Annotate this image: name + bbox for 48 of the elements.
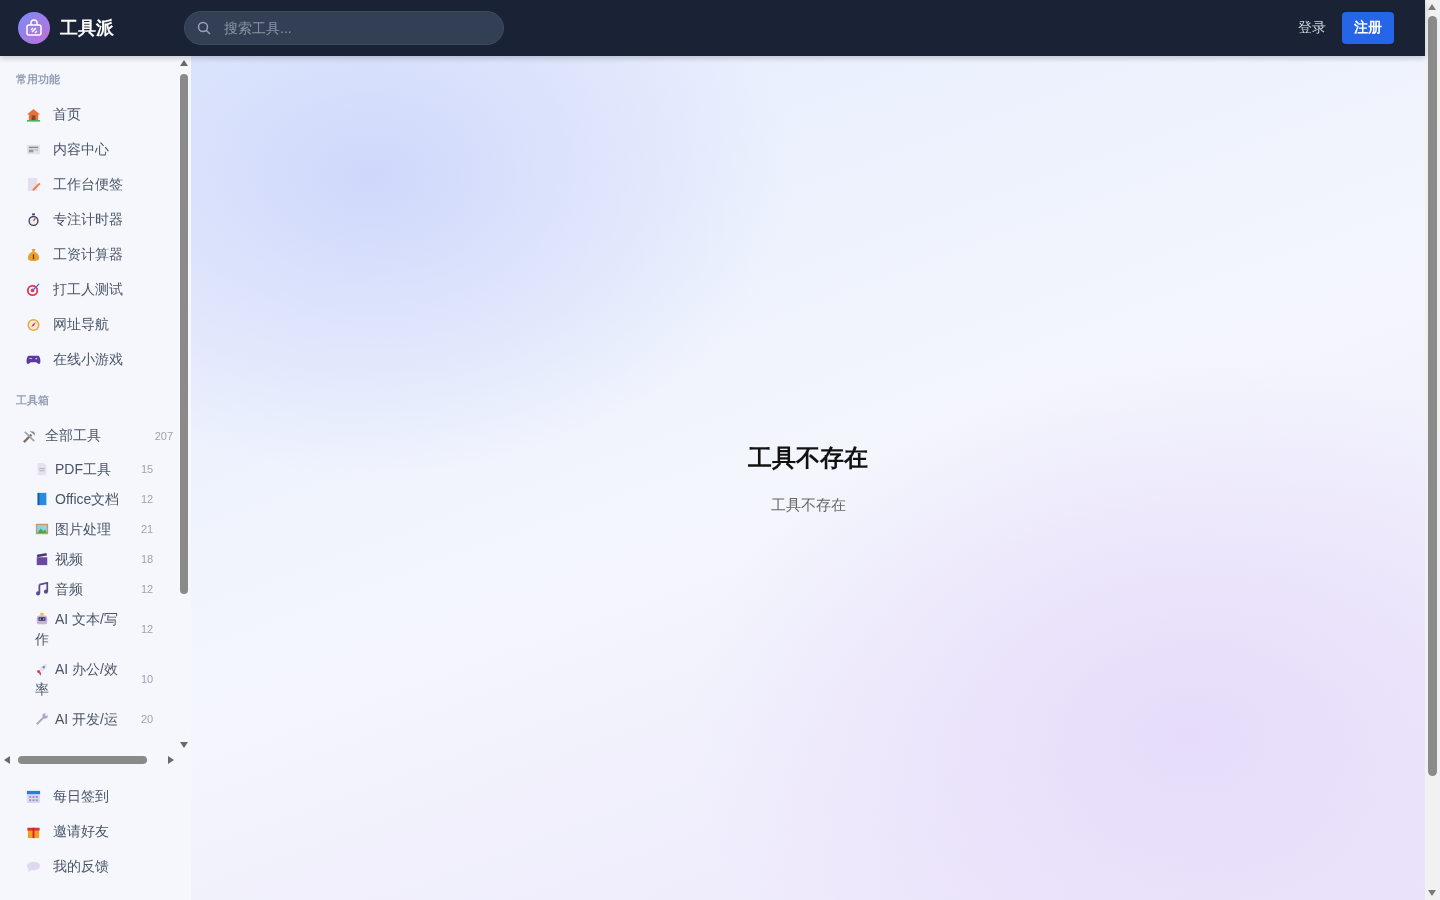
sidebar-item[interactable]: Office文档 12 — [0, 484, 178, 514]
calendar-icon — [26, 789, 41, 804]
rocket-icon — [35, 661, 49, 675]
note-icon — [26, 177, 41, 192]
target-icon — [26, 282, 41, 297]
book-icon — [35, 491, 49, 505]
clapperboard-icon — [35, 551, 49, 565]
register-button[interactable]: 注册 — [1342, 12, 1394, 44]
speech-bubble-icon — [26, 859, 41, 874]
sidebar-item[interactable]: 每日签到 — [0, 779, 191, 814]
login-link[interactable]: 登录 — [1292, 15, 1332, 41]
sidebar-item[interactable]: 邀请好友 — [0, 814, 191, 849]
sidebar-item[interactable]: 工作台便签 — [0, 167, 178, 202]
compass-icon — [26, 317, 41, 332]
section-title: 常用功能 — [15, 72, 61, 87]
sidebar-item[interactable]: 打工人测试 — [0, 272, 178, 307]
sidebar-item[interactable]: 网址导航 — [0, 307, 178, 342]
sidebar-item[interactable]: 工资计算器 — [0, 237, 178, 272]
money-bag-icon — [26, 247, 41, 262]
sidebar-item[interactable]: AI 开发/运 20 — [0, 704, 178, 734]
logo-icon — [18, 12, 50, 44]
search-field[interactable]: 搜索工具... — [184, 11, 504, 45]
section-title: 工具箱 — [15, 393, 50, 408]
logo-text: 工具派 — [60, 17, 114, 40]
sidebar-item[interactable]: 内容中心 — [0, 132, 178, 167]
sidebar-item[interactable]: 音频 12 — [0, 574, 178, 604]
sidebar-item[interactable]: 图片处理 21 — [0, 514, 178, 544]
page-scrollbar[interactable] — [1425, 0, 1440, 900]
stopwatch-icon — [26, 212, 41, 227]
sidebar-item[interactable]: 全部工具 207 — [0, 418, 178, 454]
sidebar-item[interactable]: 视频 18 — [0, 544, 178, 574]
newspaper-icon — [26, 142, 41, 157]
tools-icon — [22, 428, 37, 444]
error-title: 工具不存在 — [748, 442, 868, 473]
sidebar-item[interactable]: AI 文本/写作 12 — [0, 604, 178, 654]
document-icon — [35, 461, 49, 475]
sidebar-item[interactable]: 在线小游戏 — [0, 342, 178, 377]
sidebar-item[interactable]: 我的反馈 — [0, 849, 191, 884]
wrench-icon — [35, 711, 49, 725]
sidebar-item[interactable]: PDF工具 15 — [0, 454, 178, 484]
sidebar-item[interactable]: AI 办公/效率 10 — [0, 654, 178, 704]
robot-icon — [35, 611, 49, 625]
error-message: 工具不存在 — [770, 495, 846, 515]
sidebar-item[interactable]: 首页 — [0, 97, 178, 132]
image-icon — [35, 521, 49, 535]
sidebar-item[interactable]: 专注计时器 — [0, 202, 178, 237]
house-icon — [26, 107, 41, 122]
music-note-icon — [35, 581, 49, 595]
